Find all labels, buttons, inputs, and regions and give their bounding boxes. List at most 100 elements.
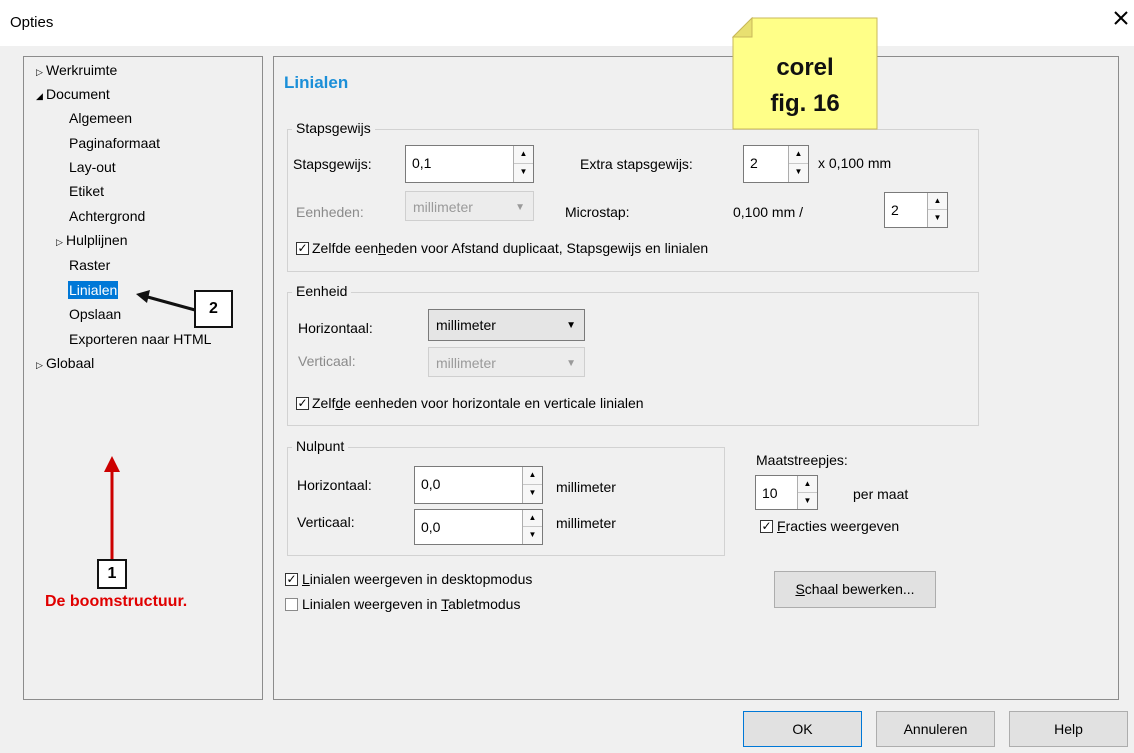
window-title: Opties	[10, 14, 54, 31]
tree-caption: De boomstructuur.	[45, 593, 188, 610]
label-part: chaal bewerken...	[804, 581, 915, 597]
microstep-label: Microstap:	[565, 204, 630, 220]
same-hv-units-label[interactable]: Zelfde eenheden voor horizontale en vert…	[312, 395, 644, 411]
ticks-stepper[interactable]: 10 ▲ ▼	[755, 475, 818, 510]
ticks-value[interactable]: 10	[762, 485, 778, 501]
callout-1: 1	[97, 559, 127, 589]
sticky-note: corel fig. 16	[732, 17, 878, 130]
horizontal-unit-select[interactable]: millimeter ▼	[428, 309, 585, 341]
spin-down-icon[interactable]: ▼	[928, 210, 947, 227]
tree-label: Globaal	[46, 355, 95, 371]
stepper-buttons: ▲ ▼	[522, 510, 542, 544]
tree-item-etiket[interactable]: Etiket	[69, 182, 104, 200]
ticks-label: Maatstreepjes:	[756, 452, 848, 468]
same-hv-units-checkbox[interactable]: ✓	[296, 397, 309, 410]
origin-vertical-unit: millimeter	[556, 515, 616, 531]
stepper-buttons: ▲ ▼	[927, 193, 947, 227]
extra-step-unit: x 0,100 mm	[818, 155, 892, 171]
label-accelerator: S	[795, 581, 805, 597]
stapsgewijs-legend: Stapsgewijs	[292, 120, 375, 136]
step-value[interactable]: 0,1	[412, 155, 431, 171]
title-bar	[0, 0, 1134, 46]
dropdown-arrow-icon: ▼	[515, 202, 525, 213]
tree-item-hulplijnen[interactable]: ▷ Hulplijnen	[56, 231, 127, 251]
step-stepper[interactable]: 0,1 ▲ ▼	[405, 145, 534, 183]
collapsed-arrow-icon[interactable]: ▷	[56, 233, 66, 251]
collapsed-arrow-icon[interactable]: ▷	[36, 356, 46, 374]
label-accelerator: F	[777, 518, 786, 534]
spin-down-icon[interactable]: ▼	[789, 164, 808, 182]
origin-vertical-stepper[interactable]: 0,0 ▲ ▼	[414, 509, 543, 545]
tablet-rulers-label[interactable]: Linialen weergeven in Tabletmodus	[302, 596, 520, 612]
collapsed-arrow-icon[interactable]: ▷	[36, 63, 46, 81]
tree-item-paginaformaat[interactable]: Paginaformaat	[69, 134, 160, 152]
tree-item-document[interactable]: ◢ Document	[36, 85, 110, 105]
microstep-value[interactable]: 2	[891, 202, 899, 218]
spin-up-icon[interactable]: ▲	[798, 476, 817, 493]
label-part: racties weergeven	[785, 518, 900, 534]
label-part: Zelf	[312, 395, 336, 411]
tree-item-exporteren-html[interactable]: Exporteren naar HTML	[69, 330, 211, 348]
expanded-arrow-icon[interactable]: ◢	[36, 87, 46, 105]
fractions-checkbox[interactable]: ✓	[760, 520, 773, 533]
origin-vertical-value[interactable]: 0,0	[421, 519, 440, 535]
origin-horizontal-stepper[interactable]: 0,0 ▲ ▼	[414, 466, 543, 504]
label-part: abletmodus	[448, 596, 521, 612]
tree-item-lay-out[interactable]: Lay-out	[69, 158, 116, 176]
close-icon[interactable]	[1110, 6, 1132, 30]
spin-up-icon[interactable]: ▲	[523, 510, 542, 527]
stepper-buttons: ▲ ▼	[513, 146, 533, 182]
same-units-checkbox[interactable]: ✓	[296, 242, 309, 255]
label-part: e eenheden voor horizontale en verticale…	[343, 395, 644, 411]
spin-down-icon[interactable]: ▼	[798, 493, 817, 510]
label-part: inialen weergeven in desktopmodus	[309, 571, 533, 587]
spin-up-icon[interactable]: ▲	[789, 146, 808, 164]
stepper-buttons: ▲ ▼	[522, 467, 542, 503]
units-select[interactable]: millimeter ▼	[405, 191, 534, 221]
horizontal-unit-label: Horizontaal:	[298, 320, 373, 336]
tree-item-raster[interactable]: Raster	[69, 256, 110, 274]
ok-button[interactable]: OK	[743, 711, 862, 747]
label-part: Linialen weergeven in	[302, 596, 442, 612]
tree-label: Hulplijnen	[66, 232, 128, 248]
vertical-unit-select[interactable]: millimeter ▼	[428, 347, 585, 377]
tree-item-opslaan[interactable]: Opslaan	[69, 305, 121, 323]
tree-item-algemeen[interactable]: Algemeen	[69, 109, 132, 127]
tree-label: Werkruimte	[46, 62, 118, 78]
page-title: Linialen	[284, 73, 349, 92]
tablet-rulers-checkbox[interactable]	[285, 598, 298, 611]
tree-item-achtergrond[interactable]: Achtergrond	[69, 207, 145, 225]
stepper-buttons: ▲ ▼	[788, 146, 808, 182]
spin-down-icon[interactable]: ▼	[523, 527, 542, 544]
cancel-button[interactable]: Annuleren	[876, 711, 995, 747]
extra-step-label: Extra stapsgewijs:	[580, 156, 693, 172]
origin-horizontal-unit: millimeter	[556, 479, 616, 495]
same-units-label[interactable]: Zelfde eenheden voor Afstand duplicaat, …	[312, 240, 708, 256]
nulpunt-legend: Nulpunt	[292, 438, 349, 454]
ticks-unit: per maat	[853, 486, 909, 502]
help-button[interactable]: Help	[1009, 711, 1128, 747]
spin-up-icon[interactable]: ▲	[523, 467, 542, 485]
tree-item-werkruimte[interactable]: ▷ Werkruimte	[36, 61, 117, 81]
fractions-label[interactable]: Fracties weergeven	[777, 518, 899, 534]
spin-down-icon[interactable]: ▼	[523, 485, 542, 503]
spin-up-icon[interactable]: ▲	[928, 193, 947, 210]
extra-step-value[interactable]: 2	[750, 155, 758, 171]
origin-horizontal-value[interactable]: 0,0	[421, 476, 440, 492]
spin-down-icon[interactable]: ▼	[514, 164, 533, 182]
edit-scale-button[interactable]: Schaal bewerken...	[774, 571, 936, 608]
note-line-2: fig. 16	[770, 90, 840, 117]
extra-step-stepper[interactable]: 2 ▲ ▼	[743, 145, 809, 183]
stepper-buttons: ▲ ▼	[797, 476, 817, 509]
callout-2: 2	[194, 290, 233, 328]
tree-item-globaal[interactable]: ▷ Globaal	[36, 354, 94, 374]
step-label: Stapsgewijs:	[293, 156, 372, 172]
tree-item-linialen[interactable]: Linialen	[68, 281, 119, 299]
desktop-rulers-label[interactable]: Linialen weergeven in desktopmodus	[302, 571, 532, 587]
desktop-rulers-checkbox[interactable]: ✓	[285, 573, 298, 586]
microstep-stepper[interactable]: 2 ▲ ▼	[884, 192, 948, 228]
label-accelerator: h	[378, 240, 386, 256]
spin-up-icon[interactable]: ▲	[514, 146, 533, 164]
units-label: Eenheden:	[296, 204, 364, 220]
horizontal-unit-value: millimeter	[436, 317, 496, 333]
